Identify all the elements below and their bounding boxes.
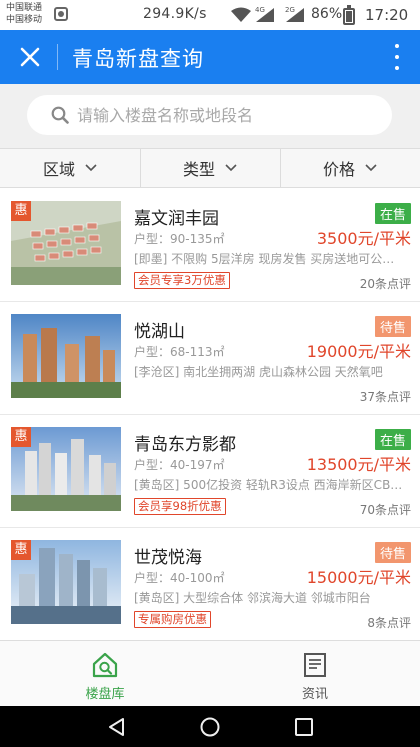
close-icon: [20, 47, 40, 67]
search-box[interactable]: [27, 95, 392, 135]
listing-layout: 户型：40-100㎡: [134, 571, 225, 585]
signal-2g-label: 2G: [285, 6, 295, 14]
signal-2g-icon: 2G: [285, 6, 304, 22]
listing-tags: [即墨] 不限购 5层洋房 现房发售 买房送地可公积金: [134, 252, 404, 266]
news-icon: [304, 653, 326, 677]
house-search-icon: [92, 652, 118, 678]
network-speed: 294.9K/s: [143, 6, 207, 22]
back-icon[interactable]: [106, 716, 128, 738]
status-badge: 在售: [374, 203, 411, 224]
chevron-down-icon: [85, 164, 97, 172]
discount-badge: 惠: [11, 540, 31, 560]
listing-item[interactable]: 惠 世茂悦海 待售 户型：40-100㎡ 15000元/平米 [黄岛区] 大型综…: [0, 528, 420, 639]
filter-region-label: 区域: [42, 160, 75, 179]
status-bar: 中国联通 中国移动 294.9K/s 4G 2G 86% 17:20: [0, 0, 420, 30]
listing-tags: [黄岛区] 大型综合体 邻滨海大道 邻城市阳台: [134, 591, 371, 605]
listing-name: 青岛东方影都: [134, 435, 236, 455]
listing-price: 3500元/平米: [316, 229, 411, 248]
filter-price-label: 价格: [322, 160, 355, 179]
nav-property-library-label: 楼盘库: [85, 687, 125, 702]
nav-property-library[interactable]: 楼盘库: [0, 641, 210, 706]
listing-name: 世茂悦海: [134, 548, 202, 568]
listing-layout: 户型：40-197㎡: [134, 458, 225, 472]
carrier-info: 中国联通 中国移动: [6, 2, 42, 26]
listing-tags: [李沧区] 南北坐拥两湖 虎山森林公园 天然氧吧: [134, 365, 383, 379]
listing-item[interactable]: 悦湖山 待售 户型：68-113㎡ 19000元/平米 [李沧区] 南北坐拥两湖…: [0, 302, 420, 415]
listing-layout: 户型：68-113㎡: [134, 345, 225, 359]
filter-type-label: 类型: [182, 160, 215, 179]
home-icon[interactable]: [199, 716, 221, 738]
signal-4g-label: 4G: [255, 6, 265, 14]
listing-name: 嘉文润丰园: [134, 209, 219, 229]
listing-item[interactable]: 惠 青岛东方影都 在售 户型：40-197㎡ 13500元/平米 [黄岛区] 5…: [0, 415, 420, 528]
listing-thumbnail: [11, 314, 121, 398]
listing-thumbnail: 惠: [11, 540, 121, 624]
signal-4g-icon: 4G: [255, 6, 274, 22]
listing-thumbnail: 惠: [11, 201, 121, 285]
review-count: 70条点评: [359, 503, 411, 517]
listing-item[interactable]: 惠 嘉文润丰园 在售 户型：90-135㎡ 3500元/平米 [即墨] 不限购 …: [0, 189, 420, 302]
chevron-down-icon: [225, 164, 237, 172]
review-count: 20条点评: [359, 277, 411, 291]
review-count: 8条点评: [367, 616, 411, 630]
filter-bar: 区域 类型 价格: [0, 148, 420, 188]
battery-icon: [343, 5, 355, 25]
battery-percent: 86%: [311, 6, 343, 22]
clock: 17:20: [365, 6, 409, 24]
app-bar: 青岛新盘查询: [0, 30, 420, 84]
search-input[interactable]: [77, 95, 377, 135]
discount-badge: 惠: [11, 201, 31, 221]
promo-badge: 会员专享3万优惠: [134, 272, 230, 289]
close-button[interactable]: [10, 37, 50, 77]
page-title: 青岛新盘查询: [72, 47, 204, 71]
listing-price: 13500元/平米: [306, 455, 411, 474]
listing-price: 19000元/平米: [306, 342, 411, 361]
chevron-down-icon: [365, 164, 377, 172]
listing-layout: 户型：90-135㎡: [134, 232, 225, 246]
highrise-towers-image: [11, 314, 121, 398]
listing-thumbnail: 惠: [11, 427, 121, 511]
search-icon: [51, 106, 69, 124]
nav-news-label: 资讯: [301, 687, 328, 702]
discount-badge: 惠: [11, 427, 31, 447]
wifi-icon: [231, 7, 251, 22]
listing-tags: [黄岛区] 500亿投资 轻轨R3设点 西海岸新区CBD 大...: [134, 478, 404, 492]
nav-news[interactable]: 资讯: [210, 641, 420, 706]
listing-price: 15000元/平米: [306, 568, 411, 587]
status-badge: 待售: [374, 316, 411, 337]
bottom-nav: 楼盘库 资讯: [0, 640, 420, 706]
system-navigation-bar: [0, 706, 420, 747]
promo-badge: 会员享98折优惠: [134, 498, 226, 515]
search-section: [0, 84, 420, 148]
review-count: 37条点评: [359, 390, 411, 404]
recent-apps-icon[interactable]: [293, 716, 315, 738]
filter-price[interactable]: 价格: [280, 149, 420, 187]
carrier-1: 中国联通: [6, 3, 43, 13]
status-badge: 待售: [374, 542, 411, 563]
status-badge: 在售: [374, 429, 411, 450]
promo-badge: 专属购房优惠: [134, 611, 211, 628]
filter-region[interactable]: 区域: [0, 149, 140, 187]
app-screen: 中国联通 中国移动 294.9K/s 4G 2G 86% 17:20 青岛新盘查…: [0, 0, 420, 747]
listing-list: 惠 嘉文润丰园 在售 户型：90-135㎡ 3500元/平米 [即墨] 不限购 …: [0, 189, 420, 639]
filter-type[interactable]: 类型: [140, 149, 280, 187]
carrier-2: 中国移动: [6, 15, 43, 25]
more-options-button[interactable]: [390, 42, 404, 72]
gallery-notification-icon: [54, 7, 68, 21]
app-bar-divider: [57, 44, 58, 70]
listing-name: 悦湖山: [134, 322, 185, 342]
more-vertical-icon: [395, 44, 399, 48]
